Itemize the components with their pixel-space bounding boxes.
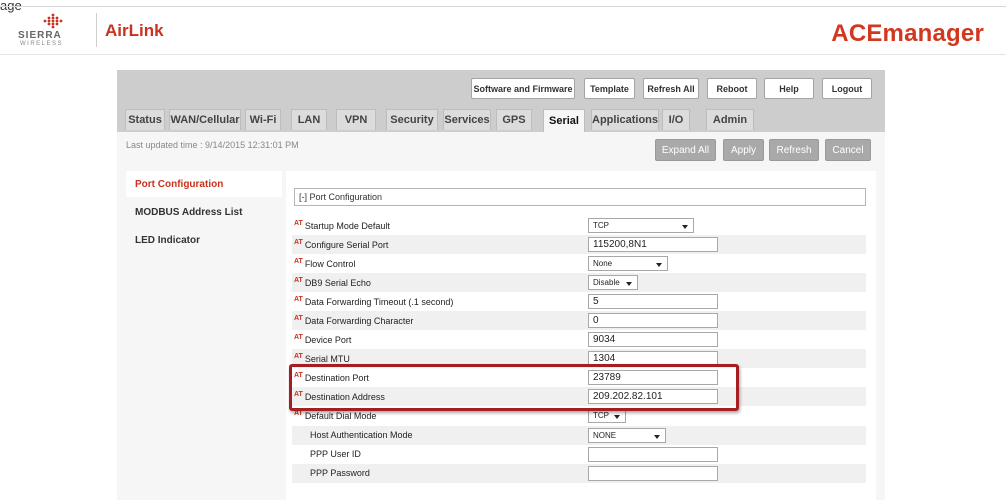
- at-marker: AT: [294, 296, 303, 303]
- logout-button[interactable]: Logout: [822, 78, 872, 99]
- at-marker: AT: [294, 220, 303, 227]
- template-button[interactable]: Template: [584, 78, 635, 99]
- at-marker: AT: [294, 315, 303, 322]
- startup-mode-select[interactable]: TCP: [588, 218, 694, 233]
- chevron-down-icon: [614, 415, 620, 419]
- nav-item-port-configuration[interactable]: Port Configuration: [135, 179, 223, 190]
- data-forwarding-timeout-input[interactable]: 5: [588, 294, 718, 309]
- field-label: PPP User ID: [310, 449, 361, 459]
- software-firmware-button[interactable]: Software and Firmware: [471, 78, 575, 99]
- at-marker: AT: [294, 277, 303, 284]
- help-button[interactable]: Help: [764, 78, 814, 99]
- tab-serial[interactable]: Serial: [543, 109, 585, 132]
- tab-applications[interactable]: Applications: [591, 109, 659, 130]
- chevron-down-icon: [654, 435, 660, 439]
- tab-vpn[interactable]: VPN: [336, 109, 376, 130]
- logo-separator: [96, 13, 97, 47]
- host-authentication-mode-select[interactable]: NONE: [588, 428, 666, 443]
- at-marker: AT: [294, 410, 303, 417]
- row-configure-serial-port: AT Configure Serial Port 115200,8N1: [292, 235, 866, 254]
- field-label: AT DB9 Serial Echo: [294, 277, 371, 288]
- field-label: AT Data Forwarding Character: [294, 315, 414, 326]
- left-nav: Port Configuration MODBUS Address List L…: [126, 171, 282, 500]
- header-divider: [0, 54, 1006, 55]
- chevron-down-icon: [656, 263, 662, 267]
- flow-control-select[interactable]: None: [588, 256, 668, 271]
- port-configuration-section-toggle[interactable]: [-] Port Configuration: [294, 188, 866, 206]
- at-marker: AT: [294, 372, 303, 379]
- default-dial-mode-select[interactable]: TCP: [588, 408, 626, 423]
- sierra-text: SIERRA: [18, 30, 62, 41]
- tab-gps[interactable]: GPS: [496, 109, 532, 130]
- tab-status[interactable]: Status: [125, 109, 165, 130]
- destination-address-input[interactable]: 209.202.82.101: [588, 389, 718, 404]
- db9-serial-echo-select[interactable]: Disable: [588, 275, 638, 290]
- at-marker: AT: [294, 334, 303, 341]
- cancel-button[interactable]: Cancel: [825, 139, 871, 161]
- apply-button[interactable]: Apply: [723, 139, 764, 161]
- configure-serial-port-input[interactable]: 115200,8N1: [588, 237, 718, 252]
- row-host-authentication-mode: Host Authentication Mode NONE: [292, 426, 866, 445]
- data-forwarding-character-input[interactable]: 0: [588, 313, 718, 328]
- tab-security[interactable]: Security: [386, 109, 438, 130]
- chevron-down-icon: [682, 225, 688, 229]
- row-ppp-password: PPP Password: [292, 464, 866, 483]
- refresh-button[interactable]: Refresh: [769, 139, 819, 161]
- field-label: AT Device Port: [294, 334, 352, 345]
- airlink-brand: AirLink: [105, 21, 164, 40]
- row-destination-port: AT Destination Port 23789: [292, 368, 866, 387]
- expand-all-button[interactable]: Expand All: [655, 139, 716, 161]
- field-label: AT Flow Control: [294, 258, 356, 269]
- row-default-dial-mode: AT Default Dial Mode TCP: [292, 406, 866, 425]
- last-updated-text: Last updated time : 9/14/2015 12:31:01 P…: [126, 140, 299, 150]
- row-device-port: AT Device Port 9034: [292, 330, 866, 349]
- row-data-forwarding-character: AT Data Forwarding Character 0: [292, 311, 866, 330]
- serial-mtu-input[interactable]: 1304: [588, 351, 718, 366]
- row-serial-mtu: AT Serial MTU 1304: [292, 349, 866, 368]
- tab-wifi[interactable]: Wi-Fi: [245, 109, 281, 130]
- at-marker: AT: [294, 391, 303, 398]
- ppp-password-input[interactable]: [588, 466, 718, 481]
- refresh-all-button[interactable]: Refresh All: [643, 78, 699, 99]
- destination-port-input[interactable]: 23789: [588, 370, 718, 385]
- field-label: AT Destination Address: [294, 391, 385, 402]
- field-label: Host Authentication Mode: [310, 430, 413, 440]
- sierra-wireless-logo: SIERRA WIRELESS: [18, 13, 88, 47]
- tab-admin[interactable]: Admin: [706, 109, 754, 130]
- row-data-forwarding-timeout: AT Data Forwarding Timeout (.1 second) 5: [292, 292, 866, 311]
- row-flow-control: AT Flow Control None: [292, 254, 866, 273]
- device-port-input[interactable]: 9034: [588, 332, 718, 347]
- acemanager-title: ACEmanager: [831, 20, 984, 47]
- tab-services[interactable]: Services: [443, 109, 491, 130]
- at-marker: AT: [294, 239, 303, 246]
- tab-io[interactable]: I/O: [662, 109, 690, 130]
- at-marker: AT: [294, 258, 303, 265]
- field-label: AT Startup Mode Default: [294, 220, 390, 231]
- tab-lan[interactable]: LAN: [291, 109, 327, 130]
- field-label: AT Data Forwarding Timeout (.1 second): [294, 296, 454, 307]
- tab-wan-cellular[interactable]: WAN/Cellular: [169, 109, 241, 130]
- field-label: AT Serial MTU: [294, 353, 350, 364]
- row-db9-serial-echo: AT DB9 Serial Echo Disable: [292, 273, 866, 292]
- field-label: AT Default Dial Mode: [294, 410, 377, 421]
- reboot-button[interactable]: Reboot: [707, 78, 757, 99]
- row-ppp-user-id: PPP User ID: [292, 445, 866, 464]
- ppp-user-id-input[interactable]: [588, 447, 718, 462]
- nav-item-modbus-address-list[interactable]: MODBUS Address List: [135, 207, 242, 218]
- field-label: AT Configure Serial Port: [294, 239, 389, 250]
- at-marker: AT: [294, 353, 303, 360]
- row-startup-mode-default: AT Startup Mode Default TCP: [292, 216, 866, 235]
- row-destination-address: AT Destination Address 209.202.82.101: [292, 387, 866, 406]
- top-divider: [0, 6, 1006, 7]
- nav-item-led-indicator[interactable]: LED Indicator: [135, 235, 200, 246]
- field-label: PPP Password: [310, 468, 370, 478]
- logo-mark-icon: [43, 13, 63, 29]
- chevron-down-icon: [626, 282, 632, 286]
- field-label: AT Destination Port: [294, 372, 369, 383]
- wireless-text: WIRELESS: [20, 41, 64, 47]
